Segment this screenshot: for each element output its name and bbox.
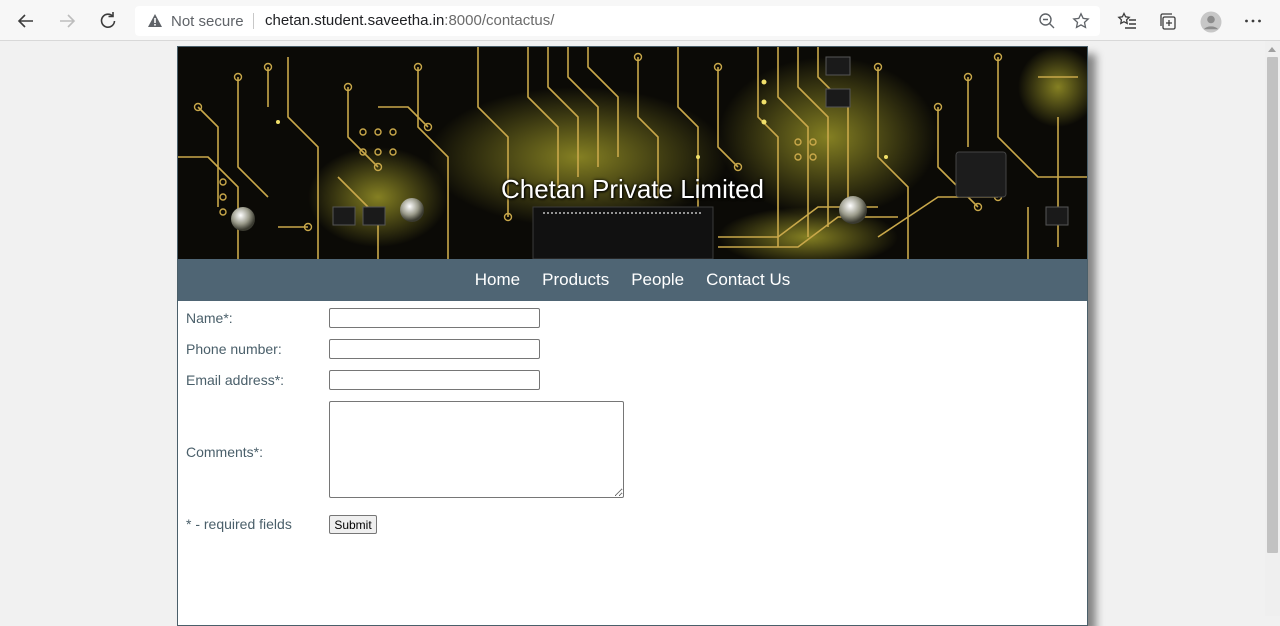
page-container: Chetan Private Limited Home Products Peo… bbox=[177, 46, 1088, 626]
forward-icon[interactable] bbox=[54, 8, 80, 34]
comments-label: Comments*: bbox=[186, 444, 264, 460]
vertical-scrollbar[interactable] bbox=[1265, 41, 1280, 616]
address-bar[interactable]: Not secure chetan.student.saveetha.in:80… bbox=[135, 6, 1100, 36]
phone-field[interactable] bbox=[329, 339, 540, 359]
nav-people[interactable]: People bbox=[631, 270, 684, 290]
favorites-list-icon[interactable] bbox=[1117, 11, 1137, 31]
circuit-board-image bbox=[178, 47, 1087, 259]
comments-field[interactable] bbox=[329, 401, 624, 498]
back-icon[interactable] bbox=[13, 8, 39, 34]
name-field[interactable] bbox=[329, 308, 540, 328]
scroll-thumb[interactable] bbox=[1267, 57, 1278, 553]
collections-icon[interactable] bbox=[1158, 11, 1178, 31]
url-text[interactable]: chetan.student.saveetha.in:8000/contactu… bbox=[265, 12, 554, 29]
phone-label: Phone number: bbox=[186, 341, 282, 357]
profile-icon[interactable] bbox=[1200, 11, 1222, 33]
more-icon[interactable] bbox=[1243, 11, 1263, 31]
security-status[interactable]: Not secure bbox=[171, 13, 244, 30]
refresh-icon[interactable] bbox=[95, 8, 121, 34]
main-nav: Home Products People Contact Us bbox=[178, 259, 1087, 301]
email-field[interactable] bbox=[329, 370, 540, 390]
circuit-banner: Chetan Private Limited bbox=[178, 47, 1087, 259]
nav-home[interactable]: Home bbox=[475, 270, 520, 290]
favorite-star-icon[interactable] bbox=[1072, 12, 1090, 30]
zoom-icon[interactable] bbox=[1038, 12, 1056, 30]
nav-products[interactable]: Products bbox=[542, 270, 609, 290]
warning-icon bbox=[147, 13, 163, 33]
email-label: Email address*: bbox=[186, 372, 285, 388]
url-path: :8000/contactus/ bbox=[444, 12, 555, 29]
url-host: chetan.student.saveetha.in bbox=[265, 12, 445, 29]
address-divider bbox=[253, 13, 254, 29]
required-note: * - required fields bbox=[186, 516, 292, 532]
nav-contact-us[interactable]: Contact Us bbox=[706, 270, 790, 290]
scroll-up-icon[interactable] bbox=[1268, 47, 1276, 52]
site-title: Chetan Private Limited bbox=[500, 174, 765, 204]
submit-button[interactable]: Submit bbox=[329, 515, 377, 534]
name-label: Name*: bbox=[186, 310, 233, 326]
browser-toolbar: Not secure chetan.student.saveetha.in:80… bbox=[0, 0, 1280, 41]
